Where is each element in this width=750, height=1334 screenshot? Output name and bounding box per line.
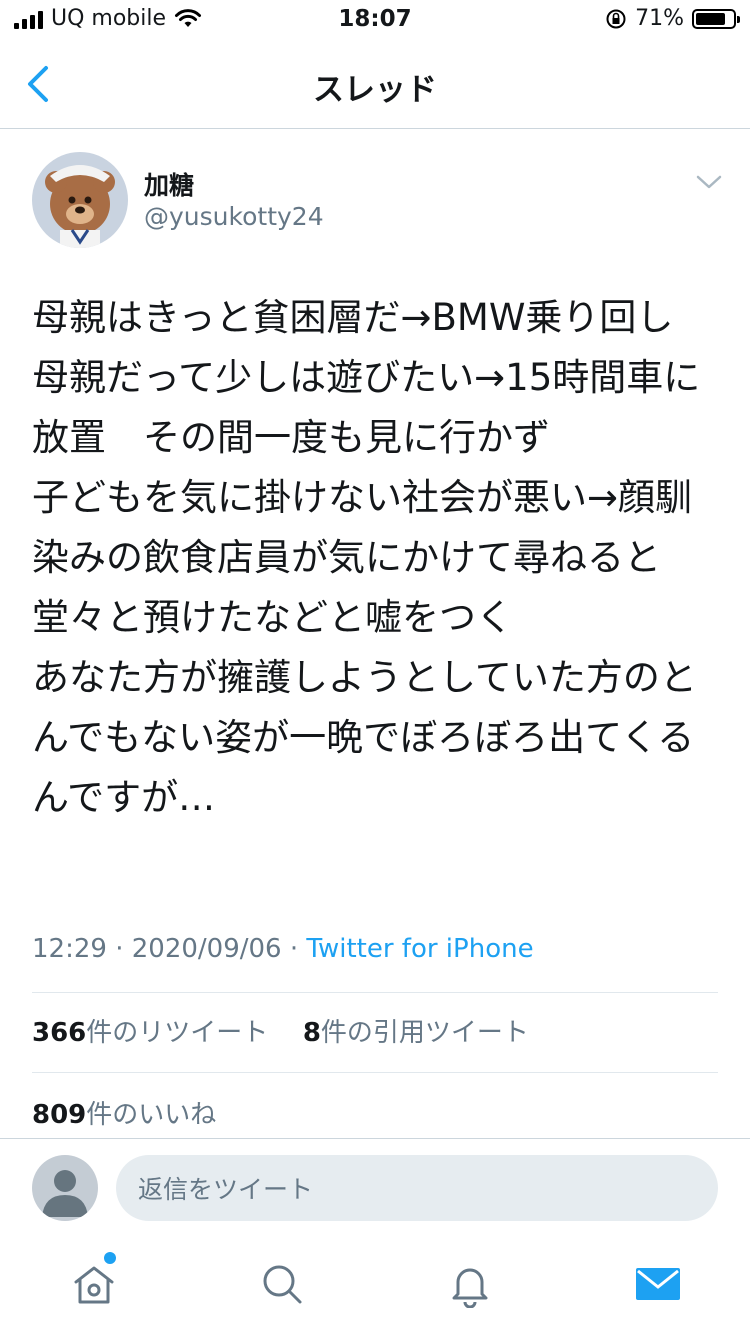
status-bar: UQ mobile 18:07 71% bbox=[0, 0, 750, 40]
quotes-stat[interactable]: 8件の引用ツイート bbox=[303, 1018, 529, 1048]
quotes-count: 8 bbox=[302, 1018, 321, 1048]
bell-icon[interactable] bbox=[446, 1260, 494, 1308]
divider bbox=[32, 992, 718, 993]
meta-separator: · bbox=[281, 934, 307, 964]
likes-stat[interactable]: 809件のいいね bbox=[32, 1094, 216, 1131]
retweets-stat[interactable]: 366件のリツイート bbox=[32, 1018, 268, 1048]
page-title: スレッド bbox=[313, 72, 437, 108]
tweet-date: 2020/09/06 bbox=[131, 934, 282, 964]
avatar[interactable] bbox=[32, 1155, 98, 1221]
retweet-stats-row: 366件のリツイート 8件の引用ツイート bbox=[32, 1012, 529, 1049]
likes-label: 件のいいね bbox=[86, 1100, 217, 1130]
orientation-lock-icon bbox=[606, 9, 626, 28]
new-content-dot bbox=[104, 1252, 116, 1264]
tweet-meta: 12:29 · 2020/09/06 · Twitter for iPhone bbox=[32, 934, 534, 964]
mail-icon[interactable] bbox=[634, 1260, 682, 1308]
divider bbox=[32, 1072, 718, 1073]
tweet-source-link[interactable]: Twitter for iPhone bbox=[306, 934, 533, 964]
teddy-bear-icon bbox=[32, 152, 128, 248]
tab-bar bbox=[0, 1236, 750, 1334]
retweets-label: 件のリツイート bbox=[86, 1018, 269, 1048]
reply-input[interactable]: 返信をツイート bbox=[116, 1155, 718, 1221]
avatar[interactable] bbox=[32, 152, 128, 248]
user-silhouette-icon bbox=[42, 1170, 88, 1217]
home-icon[interactable] bbox=[70, 1260, 118, 1308]
tweet-text: 母親はきっと貧困層だ→BMW乗り回し 母親だって少しは遊びたい→15時間車に放置… bbox=[32, 296, 701, 819]
author-handle[interactable]: @yusukotty24 bbox=[144, 202, 324, 231]
tweet-time: 12:29 bbox=[32, 934, 107, 964]
quotes-label: 件の引用ツイート bbox=[320, 1018, 529, 1048]
battery-percent: 71% bbox=[635, 6, 684, 31]
nav-bar: スレッド bbox=[0, 40, 750, 129]
meta-separator: · bbox=[106, 934, 132, 964]
battery-icon bbox=[692, 8, 740, 29]
status-right: 71% bbox=[605, 6, 740, 31]
tweet-header: 加糖 @yusukotty24 bbox=[32, 152, 722, 252]
search-icon[interactable] bbox=[258, 1260, 306, 1308]
reply-bar: 返信をツイート bbox=[0, 1138, 750, 1237]
chevron-down-icon[interactable] bbox=[696, 172, 722, 192]
retweets-count: 366 bbox=[32, 1018, 87, 1048]
author-name[interactable]: 加糖 bbox=[144, 166, 194, 202]
likes-count: 809 bbox=[32, 1100, 87, 1130]
